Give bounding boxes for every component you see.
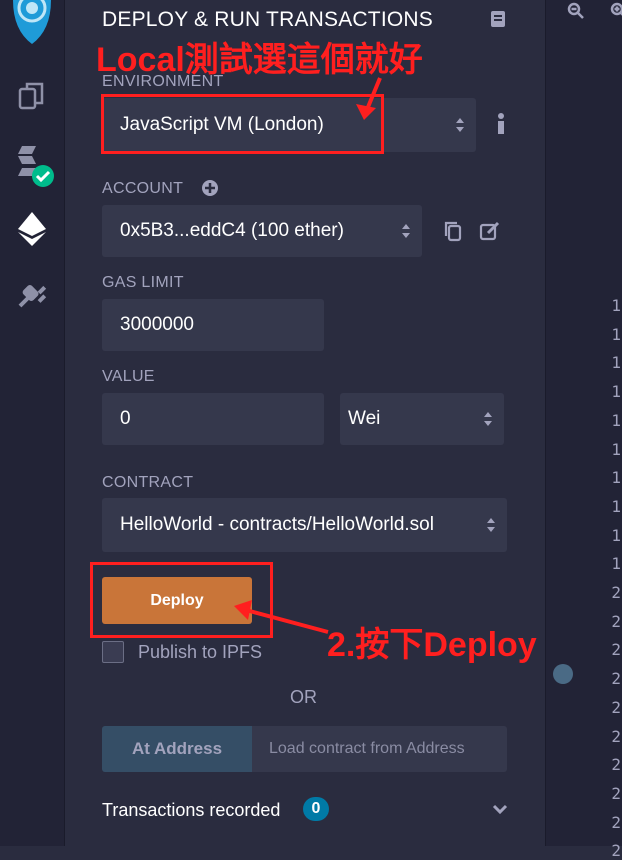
solidity-compiler-icon[interactable] <box>0 142 64 190</box>
contract-select[interactable]: HelloWorld - contracts/HelloWorld.sol <box>102 498 507 552</box>
gas-limit-input[interactable]: 3000000 <box>102 299 324 351</box>
deploy-annotation: 2.按下Deploy <box>327 626 537 664</box>
value-unit: Wei <box>348 408 381 429</box>
account-value: 0x5B3...eddC4 (100 ether) <box>120 220 344 241</box>
line-number: 2 <box>611 841 621 860</box>
annotation-arrow-icon <box>234 600 329 634</box>
line-number: 1 <box>611 353 621 373</box>
line-number: 1 <box>611 439 621 459</box>
gas-limit-value: 3000000 <box>120 314 194 335</box>
line-number: 2 <box>611 697 621 717</box>
line-number: 2 <box>611 812 621 832</box>
line-number: 2 <box>611 611 621 631</box>
breakpoint-dot <box>553 664 573 684</box>
line-number: 2 <box>611 783 621 803</box>
plus-circle-icon[interactable] <box>201 179 219 202</box>
line-number: 1 <box>611 554 621 574</box>
updown-icon <box>456 118 464 132</box>
or-divider: OR <box>290 687 317 707</box>
updown-icon <box>484 412 492 426</box>
line-number: 2 <box>611 669 621 689</box>
line-number: 2 <box>611 726 621 746</box>
at-address-input[interactable]: Load contract from Address <box>252 726 507 772</box>
copy-icon[interactable] <box>443 220 463 247</box>
annotation-arrow-icon <box>356 77 382 120</box>
line-number: 2 <box>611 755 621 775</box>
at-address-placeholder: Load contract from Address <box>269 740 465 757</box>
account-select[interactable]: 0x5B3...eddC4 (100 ether) <box>102 205 422 257</box>
line-number: 2 <box>611 583 621 602</box>
panel-title: DEPLOY & RUN TRANSACTIONS <box>102 8 433 31</box>
environment-highlight-box <box>101 94 384 154</box>
icon-rail <box>0 0 65 846</box>
info-icon[interactable] <box>496 112 506 141</box>
plugin-manager-icon[interactable] <box>0 276 64 310</box>
transactions-recorded-label: Transactions recorded <box>102 800 281 820</box>
account-label: ACCOUNT <box>102 180 184 197</box>
line-number: 1 <box>611 382 621 402</box>
line-number: 2 <box>611 640 621 660</box>
value-unit-select[interactable]: Wei <box>340 393 504 445</box>
remix-logo-icon[interactable] <box>0 0 64 50</box>
publish-ipfs-checkbox[interactable] <box>102 641 124 663</box>
contract-value: HelloWorld - contracts/HelloWorld.sol <box>120 514 434 535</box>
zoom-in-icon[interactable] <box>610 2 622 25</box>
value-input[interactable]: 0 <box>102 393 324 445</box>
docs-book-icon[interactable] <box>490 10 506 33</box>
updown-icon <box>402 224 410 238</box>
publish-ipfs-label: Publish to IPFS <box>138 642 263 662</box>
updown-icon <box>487 518 495 532</box>
chevron-down-icon[interactable] <box>492 802 508 820</box>
zoom-out-icon[interactable] <box>567 2 585 25</box>
line-number: 1 <box>611 468 621 488</box>
value-amount: 0 <box>120 408 131 429</box>
line-number: 1 <box>611 324 621 344</box>
edit-icon[interactable] <box>479 220 501 247</box>
gas-limit-label: GAS LIMIT <box>102 274 184 291</box>
line-number: 1 <box>611 496 621 516</box>
editor-strip: 1 1 1 1 1 1 1 1 1 1 2 2 2 2 2 2 2 2 2 2 <box>545 0 622 860</box>
line-number: 1 <box>611 296 621 315</box>
at-address-button[interactable]: At Address <box>102 726 252 772</box>
deploy-run-icon[interactable] <box>0 210 64 248</box>
value-label: VALUE <box>102 368 155 385</box>
line-number: 1 <box>611 410 621 430</box>
contract-label: CONTRACT <box>102 474 194 491</box>
line-number: 1 <box>611 525 621 545</box>
transactions-count-badge: 0 <box>303 797 329 821</box>
file-explorer-icon[interactable] <box>0 80 64 112</box>
